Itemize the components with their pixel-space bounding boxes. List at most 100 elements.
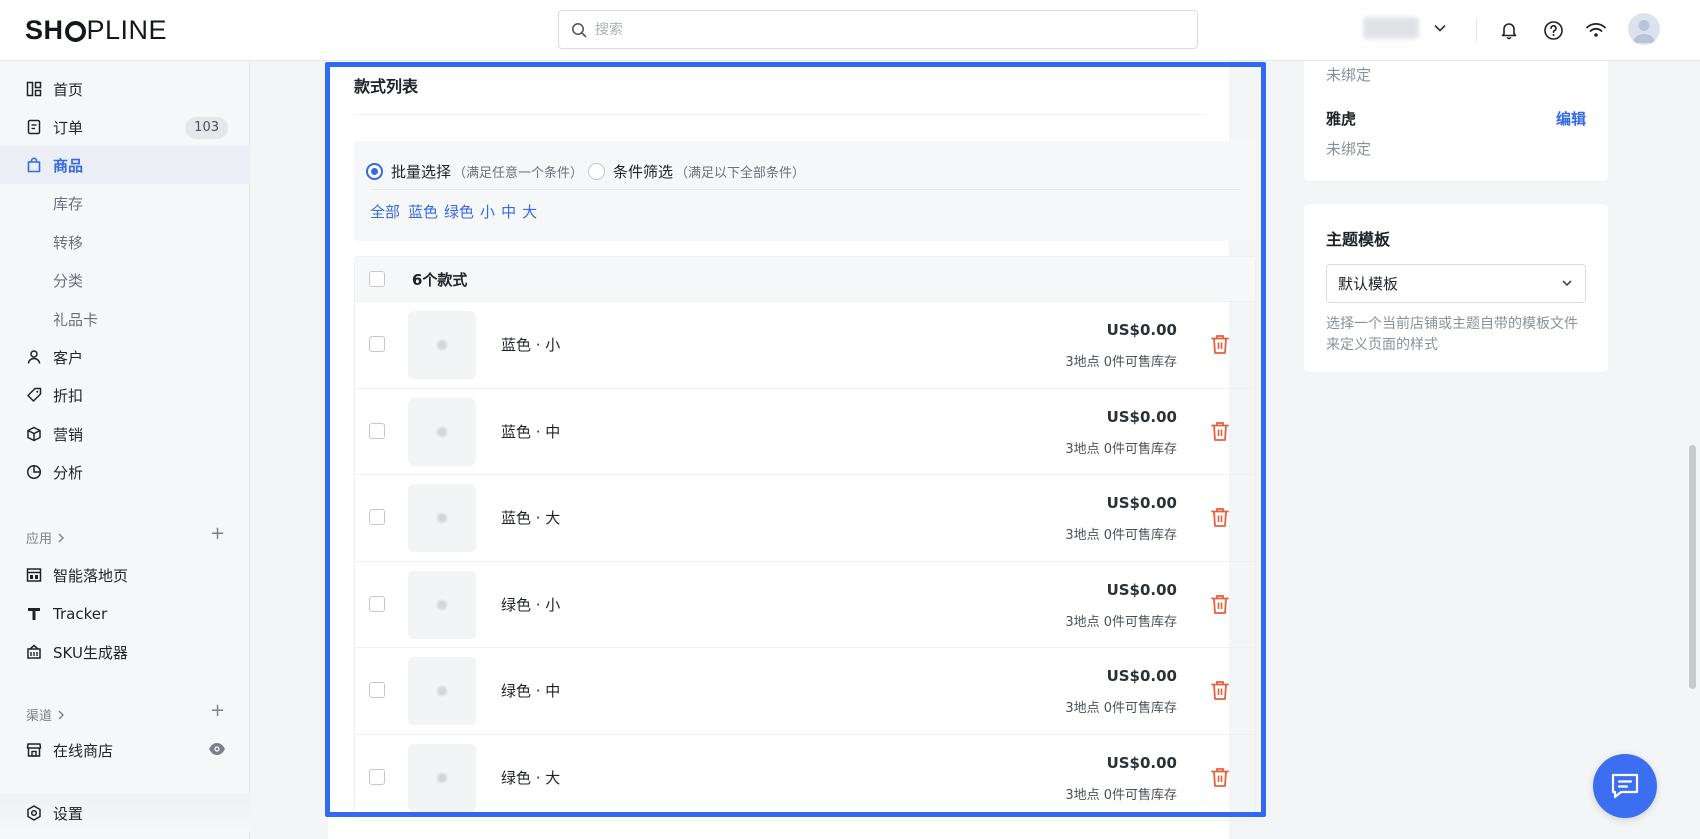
theme-template-select[interactable]: 默认模板: [1326, 264, 1586, 303]
help-icon[interactable]: [1541, 18, 1565, 42]
delete-icon[interactable]: [1209, 420, 1231, 442]
condition-filter-radio[interactable]: 条件筛选 （满足以下全部条件）: [588, 161, 805, 182]
sidebar-item-online-store[interactable]: 在线商店: [0, 731, 250, 769]
chat-icon: [1611, 773, 1639, 799]
add-channel-button[interactable]: +: [210, 700, 225, 721]
chip-green[interactable]: 绿色: [444, 201, 474, 222]
batch-select-radio[interactable]: 批量选择 （满足任意一个条件）: [366, 161, 583, 182]
variant-name: 绿色 · 大: [501, 768, 561, 787]
row-checkbox[interactable]: [369, 336, 385, 352]
variant-name: 蓝色 · 大: [501, 509, 561, 527]
delete-icon[interactable]: [1209, 593, 1231, 615]
variant-image[interactable]: [408, 743, 476, 812]
row-checkbox[interactable]: [369, 682, 385, 698]
variant-name: 蓝色 · 中: [501, 422, 561, 441]
store-switcher[interactable]: [1363, 17, 1447, 39]
sidebar-item-categories[interactable]: 分类: [0, 261, 250, 299]
delete-icon[interactable]: [1209, 766, 1231, 788]
landing-page-icon: [25, 566, 43, 584]
sidebar-item-label: 在线商店: [53, 741, 114, 760]
eye-icon[interactable]: [208, 742, 226, 756]
sidebar-item-orders[interactable]: 订单 103: [0, 108, 250, 146]
sidebar-item-label: 库存: [53, 194, 84, 213]
table-row[interactable]: 蓝色 · 小 US$0.00 3地点 0件可售库存: [355, 301, 1255, 388]
variant-table: 6个款式 蓝色 · 小 US$0.00 3地点 0件可售库存 蓝色 · 中 US…: [354, 256, 1256, 821]
select-all-checkbox[interactable]: [369, 271, 385, 287]
row-checkbox[interactable]: [369, 595, 385, 612]
delete-icon[interactable]: [1209, 679, 1231, 701]
logo-o-mark: [64, 20, 86, 42]
sidebar-item-label: 订单: [53, 118, 84, 137]
yahoo-label: 雅虎: [1326, 110, 1357, 128]
variant-filter-box: 批量选择 （满足任意一个条件） 条件筛选 （满足以下全部条件） 全部 蓝色 绿色 小…: [354, 141, 1256, 241]
table-row[interactable]: 绿色 · 中 US$0.00 3地点 0件可售库存: [355, 647, 1255, 734]
variant-stock: 3地点 0件可售库存: [1065, 441, 1177, 457]
row-checkbox[interactable]: [369, 768, 385, 785]
order-icon: [25, 118, 43, 136]
bell-icon[interactable]: [1497, 18, 1521, 42]
variant-image[interactable]: [408, 484, 476, 552]
variant-stock: 3地点 0件可售库存: [1065, 355, 1177, 370]
sales-channel-binding-card: 未绑定 雅虎 编辑 未绑定: [1304, 61, 1608, 181]
sidebar-item-transfers[interactable]: 转移: [0, 223, 250, 261]
variant-image[interactable]: [408, 397, 476, 466]
sidebar-item-analytics[interactable]: 分析: [0, 453, 250, 491]
chip-large[interactable]: 大: [522, 201, 537, 222]
row-checkbox[interactable]: [369, 509, 385, 525]
condition-filter-label: 条件筛选: [613, 163, 674, 181]
variant-stock: 3地点 0件可售库存: [1065, 701, 1177, 716]
table-row[interactable]: 蓝色 · 大 US$0.00 3地点 0件可售库存: [355, 474, 1255, 561]
radio-unselected-indicator: [588, 163, 605, 180]
table-row[interactable]: 绿色 · 小 US$0.00 3地点 0件可售库存: [355, 560, 1255, 648]
sidebar-item-tracker[interactable]: Tracker: [0, 595, 250, 633]
shopline-logo[interactable]: SH PLINE: [25, 14, 167, 46]
add-app-button[interactable]: +: [210, 523, 225, 544]
yahoo-edit-link[interactable]: 编辑: [1556, 108, 1586, 129]
sidebar-item-home[interactable]: 首页: [0, 70, 250, 108]
sidebar-item-settings[interactable]: 设置: [0, 794, 250, 832]
sidebar-item-gift-cards[interactable]: 礼品卡: [0, 300, 250, 338]
variant-image[interactable]: [408, 570, 476, 639]
sidebar-item-products[interactable]: 商品: [0, 146, 250, 184]
chat-support-button[interactable]: [1593, 754, 1657, 818]
variant-name: 绿色 · 小: [501, 595, 561, 614]
tag-icon: [25, 386, 43, 404]
channels-section-header[interactable]: 渠道: [26, 705, 65, 724]
sidebar-item-landing-page[interactable]: 智能落地页: [0, 556, 250, 594]
settings-icon: [25, 804, 43, 822]
wifi-icon[interactable]: [1584, 18, 1608, 42]
sidebar-item-label: 首页: [53, 80, 84, 99]
apps-section-header[interactable]: 应用: [26, 528, 65, 547]
sidebar-item-sku-generator[interactable]: SKU生成器: [0, 633, 250, 671]
sidebar-item-label: 分析: [53, 463, 84, 482]
variant-image[interactable]: [408, 311, 476, 379]
chip-medium[interactable]: 中: [501, 201, 516, 222]
chip-blue[interactable]: 蓝色: [408, 201, 438, 222]
row-checkbox[interactable]: [369, 422, 385, 439]
sidebar-item-label: 营销: [53, 425, 84, 444]
sidebar-item-inventory[interactable]: 库存: [0, 184, 250, 222]
search-bar[interactable]: [558, 10, 1198, 49]
chevron-down-icon: [1562, 280, 1572, 287]
chip-all[interactable]: 全部: [370, 201, 400, 222]
variant-stock: 3地点 0件可售库存: [1065, 614, 1177, 630]
sidebar-item-marketing[interactable]: 营销: [0, 415, 250, 453]
delete-icon[interactable]: [1209, 506, 1231, 528]
sidebar-item-discounts[interactable]: 折扣: [0, 376, 250, 414]
variant-price: US$0.00: [1106, 321, 1177, 339]
variant-table-header: 6个款式: [355, 257, 1255, 301]
variant-image[interactable]: [408, 657, 476, 725]
page-scrollbar[interactable]: [1689, 445, 1696, 689]
sidebar-item-customers[interactable]: 客户: [0, 338, 250, 376]
search-input[interactable]: [595, 21, 1155, 38]
user-avatar[interactable]: [1628, 13, 1660, 45]
orders-count-badge: 103: [185, 117, 228, 139]
sidebar-item-label: Tracker: [53, 605, 108, 623]
chevron-down-icon: [1434, 24, 1446, 32]
delete-icon[interactable]: [1209, 333, 1231, 355]
table-row[interactable]: 蓝色 · 中 US$0.00 3地点 0件可售库存: [355, 387, 1255, 475]
chip-small[interactable]: 小: [480, 201, 495, 222]
table-row[interactable]: 绿色 · 大 US$0.00 3地点 0件可售库存: [355, 733, 1255, 821]
store-icon: [25, 741, 43, 759]
store-name-blurred: [1363, 17, 1419, 39]
